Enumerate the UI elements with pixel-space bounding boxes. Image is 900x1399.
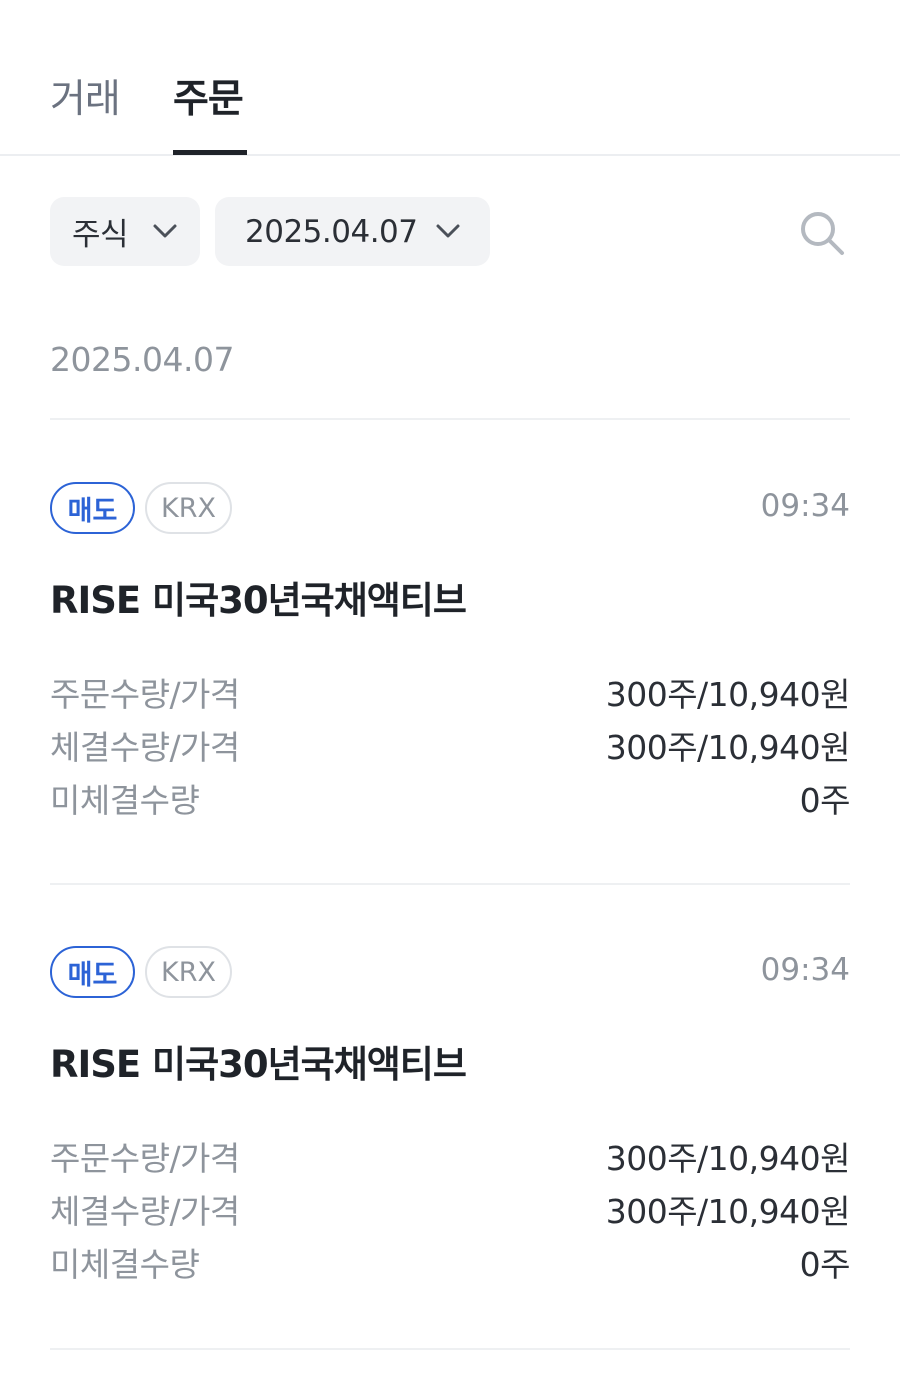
row-label: 미체결수량 bbox=[50, 1245, 200, 1284]
order-detail-row: 주문수량/가격 300주/10,940원 bbox=[50, 668, 851, 714]
date-dropdown[interactable]: 2025.04.07 bbox=[215, 197, 490, 266]
row-label: 주문수량/가격 bbox=[50, 1139, 240, 1178]
market-badge: KRX bbox=[145, 482, 232, 534]
chevron-down-icon bbox=[436, 224, 460, 238]
order-detail-row: 주문수량/가격 300주/10,940원 bbox=[50, 1132, 851, 1178]
row-label: 체결수량/가격 bbox=[50, 1192, 240, 1231]
order-detail-row: 체결수량/가격 300주/10,940원 bbox=[50, 721, 851, 767]
order-time: 09:34 bbox=[760, 488, 850, 524]
row-value: 0주 bbox=[799, 1245, 851, 1284]
order-detail-row: 미체결수량 0주 bbox=[50, 1238, 851, 1284]
date-filter-label: 2025.04.07 bbox=[245, 213, 418, 250]
order-detail-row: 미체결수량 0주 bbox=[50, 774, 851, 820]
order-detail-row: 체결수량/가격 300주/10,940원 bbox=[50, 1185, 851, 1231]
market-badge: KRX bbox=[145, 946, 232, 998]
chevron-down-icon bbox=[153, 224, 177, 238]
asset-type-dropdown[interactable]: 주식 bbox=[50, 197, 200, 266]
divider bbox=[50, 1348, 850, 1350]
row-value: 0주 bbox=[799, 781, 851, 820]
row-value: 300주/10,940원 bbox=[605, 1139, 851, 1178]
row-value: 300주/10,940원 bbox=[605, 728, 851, 767]
row-label: 체결수량/가격 bbox=[50, 728, 240, 767]
tab-bar: 거래 주문 bbox=[0, 0, 900, 156]
divider bbox=[50, 883, 850, 885]
row-label: 미체결수량 bbox=[50, 781, 200, 820]
order-side-badge: 매도 bbox=[50, 946, 135, 998]
order-card[interactable]: 매도 KRX 09:34 RISE 미국30년국채액티브 주문수량/가격 300… bbox=[50, 482, 851, 862]
tab-order[interactable]: 주문 bbox=[173, 74, 244, 126]
tab-trade[interactable]: 거래 bbox=[50, 74, 121, 126]
stock-name: RISE 미국30년국채액티브 bbox=[50, 579, 467, 622]
order-side-badge: 매도 bbox=[50, 482, 135, 534]
active-tab-indicator bbox=[173, 150, 247, 155]
row-value: 300주/10,940원 bbox=[605, 1192, 851, 1231]
search-icon[interactable] bbox=[797, 208, 847, 258]
date-group-header: 2025.04.07 bbox=[50, 340, 234, 379]
divider bbox=[50, 418, 850, 420]
row-value: 300주/10,940원 bbox=[605, 675, 851, 714]
order-card[interactable]: 매도 KRX 09:34 RISE 미국30년국채액티브 주문수량/가격 300… bbox=[50, 946, 851, 1326]
stock-name: RISE 미국30년국채액티브 bbox=[50, 1043, 467, 1086]
row-label: 주문수량/가격 bbox=[50, 675, 240, 714]
order-time: 09:34 bbox=[760, 952, 850, 988]
asset-type-label: 주식 bbox=[72, 217, 129, 253]
